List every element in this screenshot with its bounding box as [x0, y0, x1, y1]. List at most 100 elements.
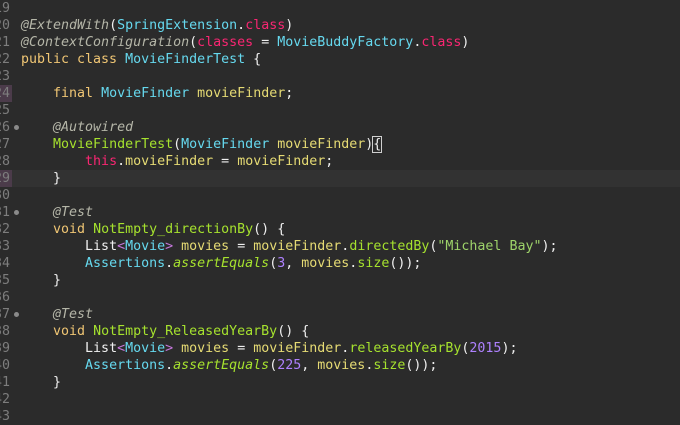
- code-line[interactable]: 36: [0, 289, 680, 306]
- code-text: void NotEmpty_ReleasedYearBy() {: [21, 323, 309, 340]
- code-token: 2015: [469, 341, 502, 356]
- code-text: Assertions.assertEquals(225, movies.size…: [21, 357, 437, 374]
- code-token: ,: [285, 256, 302, 271]
- gutter-marker-icon[interactable]: [14, 210, 19, 215]
- code-token: @ExtendWith: [21, 18, 110, 33]
- code-line[interactable]: 29 }: [0, 170, 680, 187]
- code-line[interactable]: 22 public class MovieFinderTest {: [0, 51, 680, 68]
- code-token: movieFinder: [253, 341, 342, 356]
- line-number-text: 36: [0, 290, 11, 305]
- line-number: 32: [0, 221, 12, 238]
- code-token: directedBy: [349, 239, 430, 254]
- code-token: movieFinder: [125, 154, 214, 169]
- line-number-text: 27: [0, 137, 11, 152]
- code-token: MovieFinder: [181, 137, 270, 152]
- line-number-text: 40: [0, 358, 11, 373]
- code-token: final: [53, 86, 102, 101]
- code-line[interactable]: 26 @Autowired: [0, 119, 680, 136]
- code-text: public class MovieFinderTest {: [21, 51, 261, 68]
- code-token: void: [53, 324, 94, 339]
- code-line[interactable]: 24 final MovieFinder movieFinder;: [0, 85, 680, 102]
- code-line[interactable]: 37 @Test: [0, 306, 680, 323]
- code-token: class: [421, 35, 462, 50]
- code-token: @ContextConfiguration: [21, 35, 190, 50]
- code-token: size: [357, 256, 390, 271]
- line-number: 30: [0, 187, 12, 204]
- line-number-text: 30: [0, 188, 11, 203]
- line-number: 42: [0, 391, 12, 408]
- code-line[interactable]: 28 this.movieFinder = movieFinder;: [0, 153, 680, 170]
- code-token: @Autowired: [53, 120, 134, 135]
- code-token: =: [213, 154, 238, 169]
- code-text: @Test: [21, 306, 93, 323]
- code-line[interactable]: 35 }: [0, 272, 680, 289]
- code-text: Assertions.assertEquals(3, movies.size()…: [21, 255, 421, 272]
- code-token: MovieFinderTest: [53, 137, 174, 152]
- code-token: 225: [277, 358, 302, 373]
- code-line[interactable]: 33 List<Movie> movies = movieFinder.dire…: [0, 238, 680, 255]
- code-line[interactable]: 25: [0, 102, 680, 119]
- code-token: @Test: [53, 307, 94, 322]
- code-line[interactable]: 32 void NotEmpty_directionBy() {: [0, 221, 680, 238]
- code-token: @Test: [53, 205, 94, 220]
- code-token: movies: [301, 256, 350, 271]
- line-number: 31: [0, 204, 12, 221]
- gutter-marker-icon[interactable]: [14, 125, 19, 130]
- code-token: NotEmpty_directionBy: [93, 222, 254, 237]
- code-token: assertEquals: [173, 358, 270, 373]
- line-number-text: 39: [0, 341, 11, 356]
- line-number-text: 37: [0, 307, 11, 322]
- line-number-text: 25: [0, 103, 11, 118]
- line-number: 37: [0, 306, 12, 323]
- code-token: ;: [285, 86, 294, 101]
- code-line[interactable]: 43: [0, 408, 680, 425]
- line-number: 25: [0, 102, 12, 119]
- line-number-text: 33: [0, 239, 11, 254]
- code-text: void NotEmpty_directionBy() {: [21, 221, 285, 238]
- code-line[interactable]: 19: [0, 0, 680, 17]
- line-number: 23: [0, 68, 12, 85]
- code-token: .: [165, 358, 174, 373]
- code-line[interactable]: 30: [0, 187, 680, 204]
- code-line[interactable]: 34 Assertions.assertEquals(3, movies.siz…: [0, 255, 680, 272]
- code-token: );: [501, 341, 518, 356]
- code-token: MovieFinderTest: [125, 52, 246, 67]
- code-token: movieFinder: [253, 239, 342, 254]
- line-number: 19: [0, 0, 12, 17]
- code-token: {: [372, 136, 383, 153]
- code-line[interactable]: 20 @ExtendWith(SpringExtension.class): [0, 17, 680, 34]
- line-number-text: 22: [0, 52, 11, 67]
- code-token: () {: [277, 324, 310, 339]
- code-line[interactable]: 31 @Test: [0, 204, 680, 221]
- gutter-marker-icon[interactable]: [14, 312, 19, 317]
- code-text: final MovieFinder movieFinder;: [21, 85, 293, 102]
- code-token: movieFinder: [197, 86, 286, 101]
- code-token: ): [285, 18, 294, 33]
- code-token: <: [117, 239, 126, 254]
- code-line[interactable]: 21 @ContextConfiguration(classes = MovieB…: [0, 34, 680, 51]
- code-editor[interactable]: 1920@ExtendWith(SpringExtension.class)21…: [0, 0, 680, 425]
- code-line[interactable]: 27 MovieFinderTest(MovieFinder movieFind…: [0, 136, 680, 153]
- code-line[interactable]: 40 Assertions.assertEquals(225, movies.s…: [0, 357, 680, 374]
- code-line[interactable]: 38 void NotEmpty_ReleasedYearBy() {: [0, 323, 680, 340]
- code-token: =: [253, 35, 278, 50]
- code-token: public class: [21, 52, 126, 67]
- line-number: 34: [0, 255, 12, 272]
- code-token: (: [173, 137, 182, 152]
- line-number-text: 31: [0, 205, 11, 220]
- code-token: () {: [253, 222, 286, 237]
- code-line[interactable]: 23: [0, 68, 680, 85]
- code-text: this.movieFinder = movieFinder;: [21, 153, 333, 170]
- code-line[interactable]: 42: [0, 391, 680, 408]
- code-token: }: [21, 171, 62, 186]
- line-number-text: 23: [0, 69, 11, 84]
- code-line[interactable]: 39 List<Movie> movies = movieFinder.rele…: [0, 340, 680, 357]
- code-text: @Autowired: [21, 119, 133, 136]
- code-line[interactable]: 41 }: [0, 374, 680, 391]
